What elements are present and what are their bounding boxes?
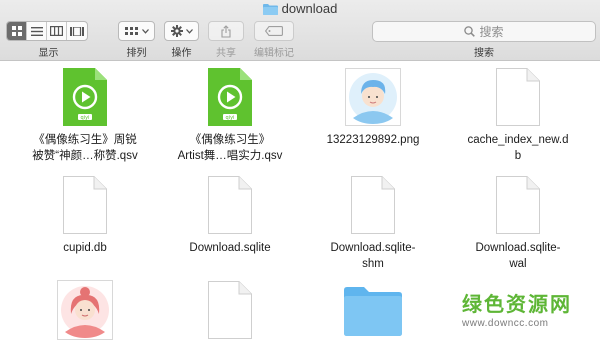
document-icon [496,176,540,234]
arrange-grid-icon [124,26,138,35]
watermark-title: 绿色资源网 [462,294,572,316]
document-icon [351,176,395,234]
finder-toolbar: download 显示 排列 操作 共享 编辑标记 搜索 搜索 [0,0,600,61]
qsv-video-icon: qiyi [63,68,107,126]
column-view-button[interactable] [47,22,67,40]
svg-text:qiyi: qiyi [226,115,235,121]
file-name: cupid.db [63,242,107,254]
list-view-button[interactable] [27,22,47,40]
avatar-girl-thumbnail [57,280,113,340]
file-name: 《偶像练习生》周锐 被赞“神颜…称赞.qsv [32,134,138,162]
document-icon [208,281,252,339]
action-group [164,21,199,41]
share-icon [221,24,231,38]
gallery-view-icon [70,26,84,36]
window-title-text: download [281,1,338,16]
arrange-button[interactable] [118,21,155,41]
list-view-icon [30,26,43,36]
column-view-icon [50,26,63,36]
file-name: Download.sqlite- wal [475,242,561,270]
arrange-label: 排列 [126,48,147,59]
watermark: 绿色资源网 www.downcc.com [462,288,597,329]
file-name: cache_index_new.d b [467,134,569,162]
document-icon [63,176,107,234]
gear-icon [170,25,183,37]
chevron-down-icon [185,28,193,34]
search-label: 搜索 [474,48,494,59]
svg-text:qiyi: qiyi [81,115,90,121]
edit-tags-button[interactable] [254,21,294,41]
share-group [208,21,244,41]
icon-view-button[interactable] [7,22,27,40]
file-name: 13223129892.png [326,134,420,146]
window-title: download [0,1,600,17]
tags-group [254,21,294,41]
folder-icon [262,3,278,19]
view-mode-control [6,21,88,41]
share-button[interactable] [208,21,244,41]
file-name: 《偶像练习生》 Artist舞…唱实力.qsv [177,134,283,162]
arrange-group [118,21,155,41]
chevron-down-icon [141,28,149,34]
icon-view-icon [11,26,22,36]
qsv-video-icon: qiyi [208,68,252,126]
file-name: Download.sqlite [189,242,271,254]
watermark-url: www.downcc.com [462,318,549,329]
tags-label: 编辑标记 [254,48,294,59]
avatar-boy-thumbnail [345,68,401,126]
share-label: 共享 [216,48,236,59]
search-placeholder: 搜索 [479,25,504,39]
document-icon [208,176,252,234]
view-label: 显示 [38,48,59,59]
file-name: Download.sqlite- shm [330,242,416,270]
action-button[interactable] [164,21,199,41]
search-icon [464,26,476,37]
document-icon [496,68,540,126]
action-label: 操作 [171,48,192,59]
tag-icon [265,26,283,36]
search-field[interactable]: 搜索 [372,21,596,42]
folder-icon [344,287,402,336]
gallery-view-button[interactable] [67,22,87,40]
